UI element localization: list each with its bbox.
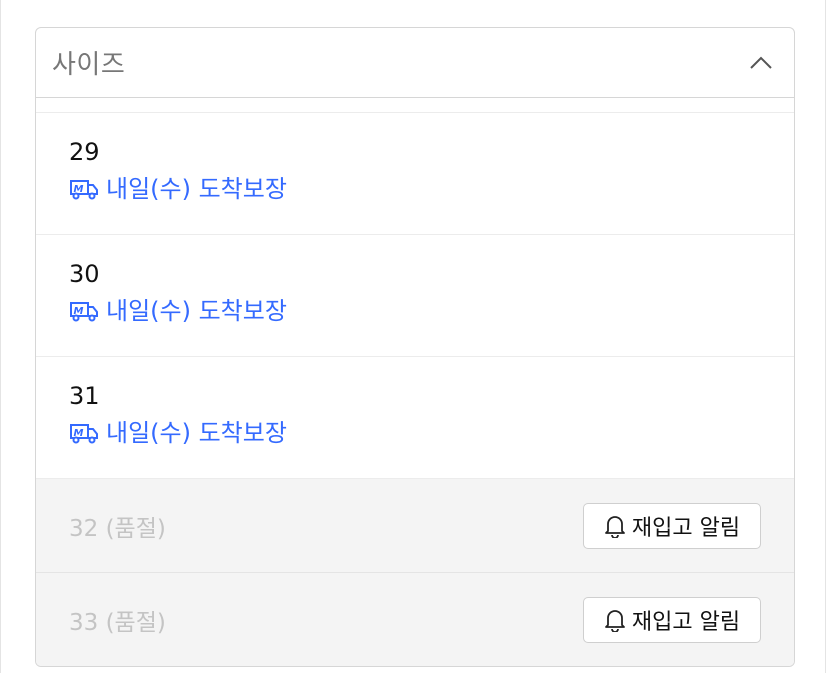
- bell-icon: [604, 608, 626, 632]
- size-option-31[interactable]: 31 M 내일(수) 도착보장: [36, 357, 794, 479]
- size-option-30[interactable]: 30 M 내일(수) 도착보장: [36, 235, 794, 357]
- delivery-info: M 내일(수) 도착보장: [69, 418, 794, 448]
- size-option-value: 29: [69, 138, 100, 166]
- size-dropdown-label: 사이즈: [52, 50, 126, 80]
- size-option-33-soldout: 33 (품절) 재입고 알림: [36, 573, 794, 666]
- delivery-truck-icon: M: [69, 177, 99, 201]
- delivery-text: 내일(수) 도착보장: [106, 175, 287, 203]
- delivery-text: 내일(수) 도착보장: [106, 419, 287, 447]
- restock-notify-button[interactable]: 재입고 알림: [583, 597, 761, 643]
- page-frame: 사이즈 29 M 내일(수) 도착보장 30 M 내일(수) 도착보장 31 M…: [0, 0, 826, 673]
- soldout-size-label: 32 (품절): [69, 515, 166, 542]
- size-option-32-soldout: 32 (품절) 재입고 알림: [36, 479, 794, 573]
- list-top-spacer: [36, 98, 794, 113]
- soldout-size-label: 33 (품절): [69, 610, 166, 636]
- restock-notify-label: 재입고 알림: [631, 515, 741, 541]
- restock-notify-label: 재입고 알림: [631, 610, 741, 635]
- delivery-info: M 내일(수) 도착보장: [69, 174, 794, 204]
- restock-notify-button[interactable]: 재입고 알림: [583, 502, 761, 549]
- size-dropdown-header[interactable]: 사이즈: [36, 28, 794, 98]
- size-option-29[interactable]: 29 M 내일(수) 도착보장: [36, 113, 794, 235]
- size-option-value: 31: [69, 382, 100, 410]
- size-option-value: 30: [69, 260, 100, 288]
- delivery-truck-icon: M: [69, 421, 99, 445]
- delivery-truck-icon: M: [69, 299, 99, 323]
- size-dropdown: 사이즈 29 M 내일(수) 도착보장 30 M 내일(수) 도착보장 31 M…: [35, 27, 795, 667]
- delivery-info: M 내일(수) 도착보장: [69, 296, 794, 326]
- bell-icon: [604, 514, 626, 538]
- delivery-text: 내일(수) 도착보장: [106, 297, 287, 325]
- chevron-up-icon[interactable]: [748, 50, 774, 76]
